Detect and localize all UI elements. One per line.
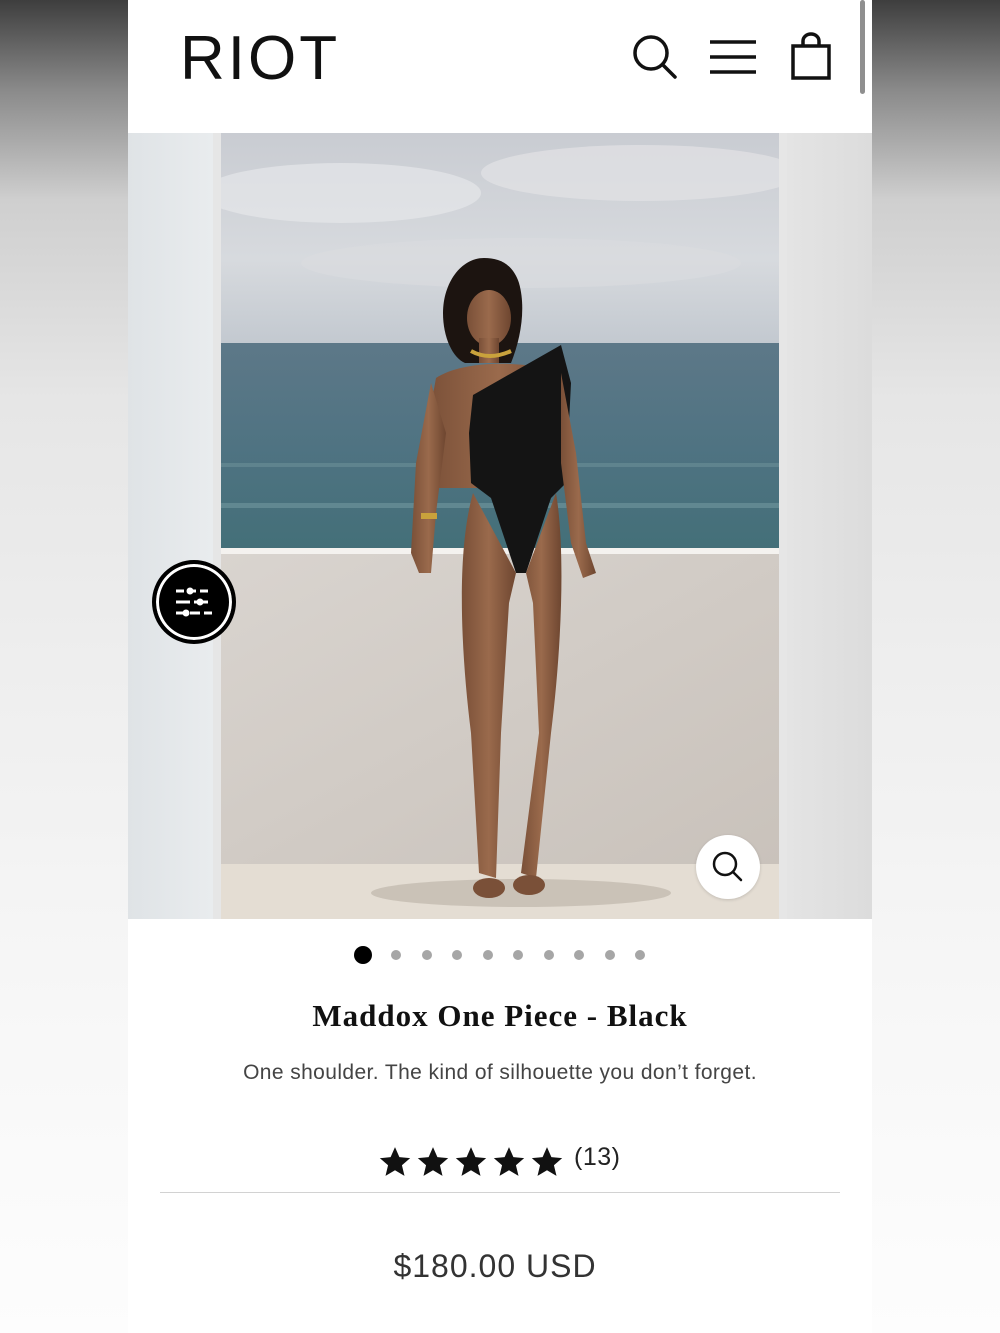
divider (160, 1192, 840, 1193)
carousel-dot[interactable] (574, 950, 584, 960)
zoom-button[interactable] (696, 835, 760, 899)
carousel-dot[interactable] (544, 950, 554, 960)
rating-count: (13) (574, 1143, 621, 1171)
next-image-preview[interactable] (787, 133, 872, 919)
product-page: RIOT Maddox One Piece - Black One should… (128, 0, 872, 1333)
carousel-dot[interactable] (513, 950, 523, 960)
carousel-dot[interactable] (422, 950, 432, 960)
product-photo[interactable] (221, 133, 779, 919)
product-title: Maddox One Piece - Black (312, 998, 688, 1033)
carousel-dot[interactable] (391, 950, 401, 960)
star-icon (379, 1147, 411, 1176)
star-icon (417, 1147, 449, 1176)
star-icon (531, 1147, 563, 1176)
previous-image-preview[interactable] (128, 133, 213, 919)
carousel-dot[interactable] (605, 950, 615, 960)
search-icon[interactable] (630, 32, 680, 82)
scrollbar-thumb[interactable] (860, 0, 865, 94)
star-icon (455, 1147, 487, 1176)
carousel-dot[interactable] (635, 950, 645, 960)
star-icon (493, 1147, 525, 1176)
carousel-dot[interactable] (483, 950, 493, 960)
sliders-icon (176, 587, 212, 617)
cart-icon[interactable] (786, 32, 836, 82)
product-gallery[interactable] (128, 133, 872, 919)
menu-icon[interactable] (708, 32, 758, 82)
site-header: RIOT (128, 0, 872, 133)
carousel-dots (128, 946, 872, 966)
product-subtitle: One shoulder. The kind of silhouette you… (243, 1061, 757, 1084)
filter-button[interactable] (152, 560, 236, 644)
carousel-dot[interactable] (452, 950, 462, 960)
magnifier-icon (712, 851, 743, 882)
product-price: $180.00 USD (393, 1248, 597, 1284)
riot-logo[interactable]: RIOT (180, 24, 340, 94)
carousel-dot[interactable] (354, 946, 372, 964)
